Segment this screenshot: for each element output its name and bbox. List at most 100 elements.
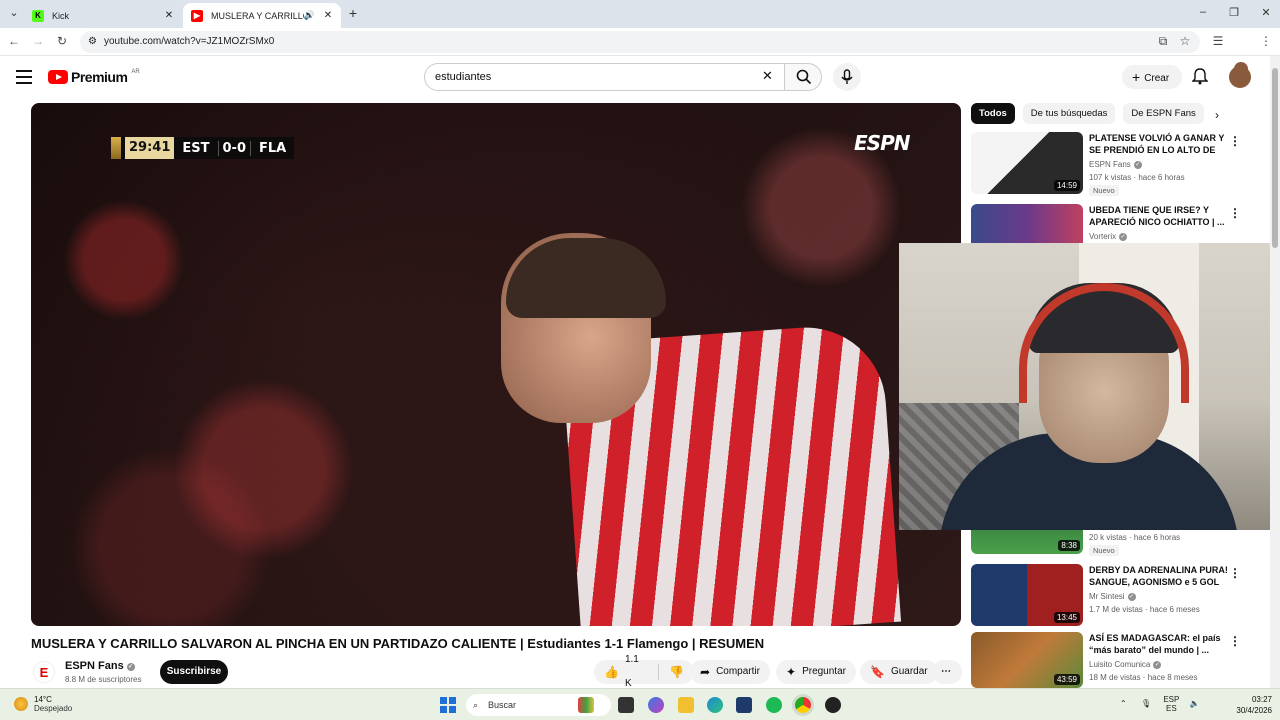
channel-name[interactable]: ESPN Fans ✓: [65, 660, 135, 672]
microphone-tray-icon[interactable]: 🎙: [1141, 699, 1151, 708]
recommendation-item[interactable]: 13:45 DERBY DA ADRENALINA PURA! SANGUE, …: [971, 564, 1251, 626]
volume-icon[interactable]: 🔈: [1190, 699, 1200, 708]
clear-search-icon[interactable]: ✕: [762, 68, 773, 84]
youtube-header: Premium AR estudiantes ✕ + Crear: [0, 56, 1270, 100]
tab-search-icon[interactable]: ☰: [1210, 34, 1226, 48]
create-button[interactable]: + Crear: [1122, 65, 1182, 89]
notifications-bell-icon[interactable]: [1192, 67, 1208, 85]
chip-from-searches[interactable]: De tus búsquedas: [1022, 103, 1116, 124]
video-thumbnail[interactable]: 13:45: [971, 564, 1083, 626]
share-button[interactable]: ➦ Compartir: [690, 660, 770, 684]
windows-start-icon[interactable]: [440, 697, 456, 713]
ask-label: Preguntar: [802, 666, 846, 677]
video-channel[interactable]: ESPN Fans ✓: [1089, 160, 1142, 169]
thumbs-up-icon[interactable]: 👍: [604, 660, 619, 684]
close-window-button[interactable]: ✕: [1256, 6, 1276, 19]
scrollbar-thumb[interactable]: [1272, 68, 1278, 248]
back-button[interactable]: ←: [6, 34, 22, 48]
weather-condition: Despejado: [34, 704, 73, 713]
tab-close-icon[interactable]: ✕: [162, 10, 176, 21]
video-title[interactable]: ASÍ ES MADAGASCAR: el país “más barato” …: [1089, 632, 1229, 656]
broadcaster-logo: ESPN: [854, 131, 910, 155]
plus-icon: +: [1132, 69, 1141, 85]
windows-taskbar: 14°C Despejado ⌕ Buscar ⌃ 🎙 ESP ES 🔈 03:…: [0, 688, 1280, 720]
tab-title: MUSLERA Y CARRILLO SALV: [211, 10, 304, 21]
more-vertical-icon[interactable]: ⋮: [1229, 566, 1241, 580]
chrome-icon[interactable]: [795, 697, 811, 713]
chevron-right-icon[interactable]: ›: [1215, 108, 1219, 122]
hamburger-menu-icon[interactable]: [16, 70, 32, 84]
tab-list-chevron-icon[interactable]: ⌄: [4, 6, 24, 19]
video-thumbnail[interactable]: 14:59: [971, 132, 1083, 194]
ask-button[interactable]: ✦ Preguntar: [776, 660, 856, 684]
speaker-icon[interactable]: 🔊: [304, 10, 315, 21]
page-scrollbar[interactable]: [1270, 56, 1280, 688]
app-icon-colorful[interactable]: [578, 697, 594, 713]
video-player[interactable]: 29:41 EST 0-0 FLA ESPN: [31, 103, 961, 626]
video-duration: 43:59: [1053, 674, 1080, 685]
video-title[interactable]: UBEDA TIENE QUE IRSE? Y APARECIÓ NICO OC…: [1089, 204, 1229, 228]
more-vertical-icon[interactable]: ⋮: [1229, 134, 1241, 148]
video-thumbnail[interactable]: 43:59: [971, 632, 1083, 688]
url-field[interactable]: ⚙ youtube.com/watch?v=JZ1MOZrSMx0: [80, 31, 1200, 53]
video-title: MUSLERA Y CARRILLO SALVARON AL PINCHA EN…: [31, 636, 765, 651]
save-button[interactable]: 🔖 Guardar: [860, 660, 938, 684]
spotify-icon[interactable]: [766, 697, 782, 713]
upload-age: hace 6 meses: [1149, 605, 1200, 614]
recommendation-item[interactable]: 14:59 PLATENSE VOLVIÓ A GANAR Y SE PREND…: [971, 132, 1251, 196]
task-view-icon[interactable]: [618, 697, 634, 713]
reload-button[interactable]: ↻: [54, 34, 70, 48]
store-icon[interactable]: [736, 697, 752, 713]
video-channel[interactable]: Vorterix ✓: [1089, 232, 1128, 241]
install-app-icon[interactable]: ⧉: [1155, 34, 1171, 49]
view-count: 18 M de vistas: [1089, 673, 1141, 682]
file-explorer-icon[interactable]: [678, 697, 694, 713]
search-input[interactable]: estudiantes: [424, 63, 784, 91]
new-tab-button[interactable]: +: [343, 5, 363, 21]
more-vertical-icon[interactable]: ⋮: [1229, 206, 1241, 220]
obs-icon[interactable]: [825, 697, 841, 713]
video-title[interactable]: DERBY DA ADRENALINA PURA! SANGUE, AGONIS…: [1089, 564, 1229, 588]
language-indicator[interactable]: ESP ES: [1163, 695, 1179, 713]
chip-from-channel[interactable]: De ESPN Fans: [1123, 103, 1204, 124]
verified-check-icon: ✓: [1153, 661, 1162, 669]
video-channel[interactable]: Mr Sintesi ✓: [1089, 592, 1136, 601]
tab-kick[interactable]: K Kick ✕: [24, 3, 182, 28]
restore-button[interactable]: ❐: [1224, 6, 1244, 19]
tab-youtube[interactable]: ▶ MUSLERA Y CARRILLO SALV 🔊 ✕: [183, 3, 341, 28]
minimize-button[interactable]: –: [1193, 6, 1213, 18]
search-button[interactable]: [784, 63, 822, 91]
thumbs-down-icon[interactable]: 👎: [669, 660, 684, 684]
channel-name-text: ESPN Fans: [1089, 160, 1131, 169]
voice-search-button[interactable]: [833, 63, 861, 91]
channel-avatar[interactable]: E: [33, 661, 55, 683]
video-title[interactable]: PLATENSE VOLVIÓ A GANAR Y SE PRENDIÓ EN …: [1089, 132, 1229, 156]
taskbar-clock[interactable]: 03:27 30/4/2026: [1226, 694, 1272, 716]
verified-check-icon: ✓: [1119, 233, 1128, 241]
edge-icon[interactable]: [707, 697, 723, 713]
copilot-icon[interactable]: [648, 697, 664, 713]
site-info-icon[interactable]: ⚙: [88, 31, 97, 53]
more-actions-button[interactable]: ⋯: [932, 660, 962, 684]
browser-tab-strip: ⌄ K Kick ✕ ▶ MUSLERA Y CARRILLO SALV 🔊 ✕…: [0, 0, 1280, 28]
weather-widget[interactable]: 14°C Despejado: [14, 695, 72, 713]
recommendation-item[interactable]: 43:59 ASÍ ES MADAGASCAR: el país “más ba…: [971, 632, 1251, 688]
chip-all[interactable]: Todos: [971, 103, 1015, 124]
subscribe-button[interactable]: Suscribirse: [160, 660, 228, 684]
logo-text: Premium: [71, 69, 128, 85]
filter-chips: Todos De tus búsquedas De ESPN Fans: [971, 103, 1204, 125]
bookmark-star-icon[interactable]: ☆: [1177, 34, 1193, 48]
forward-button[interactable]: →: [30, 34, 46, 48]
tab-close-icon[interactable]: ✕: [321, 10, 335, 21]
video-channel[interactable]: Luisito Comunica ✓: [1089, 660, 1162, 669]
browser-menu-icon[interactable]: ⋮: [1258, 34, 1274, 48]
channel-name-text: Luisito Comunica: [1089, 660, 1151, 669]
video-duration: 13:45: [1053, 612, 1080, 623]
verified-check-icon: ✓: [126, 663, 135, 671]
more-vertical-icon[interactable]: ⋮: [1229, 634, 1241, 648]
subscriber-count: 8.8 M de suscriptores: [65, 675, 142, 684]
upload-age: hace 6 horas: [1138, 173, 1185, 182]
youtube-logo[interactable]: Premium AR: [48, 69, 140, 85]
tray-chevron-icon[interactable]: ⌃: [1120, 699, 1127, 708]
account-avatar[interactable]: [1229, 66, 1251, 88]
